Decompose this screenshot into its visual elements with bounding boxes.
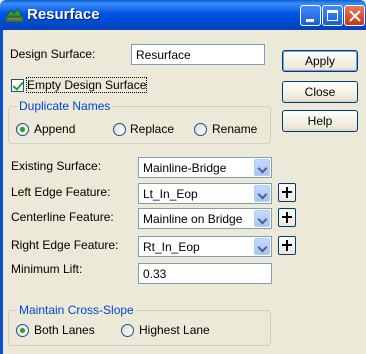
replace-label[interactable]: Replace	[130, 122, 174, 136]
chevron-down-icon[interactable]	[254, 238, 270, 255]
right-edge-label: Right Edge Feature:	[11, 238, 119, 252]
highest-lane-radio[interactable]	[121, 324, 134, 337]
minimize-button[interactable]	[300, 5, 321, 26]
empty-design-surface-label[interactable]: Empty Design Surface	[25, 77, 148, 93]
append-label[interactable]: Append	[34, 122, 75, 136]
left-edge-select[interactable]: Lt_In_Eop	[138, 183, 272, 204]
design-surface-label: Design Surface:	[10, 47, 96, 61]
append-radio[interactable]	[16, 123, 29, 136]
help-button[interactable]: Help	[282, 110, 358, 132]
left-edge-label: Left Edge Feature:	[11, 185, 111, 199]
replace-radio[interactable]	[113, 123, 126, 136]
rename-radio[interactable]	[194, 123, 207, 136]
left-edge-value: Lt_In_Eop	[143, 187, 198, 201]
right-edge-value: Rt_In_Eop	[143, 240, 200, 254]
empty-design-surface-checkbox[interactable]	[11, 79, 24, 92]
chevron-down-icon[interactable]	[254, 185, 270, 202]
close-button[interactable]: Close	[282, 81, 358, 103]
rename-label[interactable]: Rename	[212, 122, 257, 136]
title-bar[interactable]: Resurface	[0, 0, 366, 30]
centerline-select[interactable]: Mainline on Bridge	[138, 208, 272, 229]
both-lanes-label[interactable]: Both Lanes	[34, 323, 95, 337]
centerline-value: Mainline on Bridge	[143, 212, 243, 226]
right-edge-select[interactable]: Rt_In_Eop	[138, 236, 272, 257]
existing-surface-select[interactable]: Mainline-Bridge	[138, 157, 272, 178]
window-border	[0, 30, 3, 354]
design-surface-input[interactable]: Resurface	[131, 44, 265, 65]
centerline-pick-button[interactable]	[278, 208, 296, 227]
centerline-label: Centerline Feature:	[11, 210, 114, 224]
window-title: Resurface	[27, 6, 100, 23]
highest-lane-label[interactable]: Highest Lane	[139, 323, 210, 337]
minimum-lift-input[interactable]: 0.33	[138, 263, 272, 284]
close-window-button[interactable]	[344, 5, 365, 26]
duplicate-names-legend: Duplicate Names	[17, 99, 113, 113]
apply-button[interactable]: Apply	[282, 50, 358, 72]
existing-surface-label: Existing Surface:	[11, 159, 102, 173]
left-edge-pick-button[interactable]	[278, 183, 296, 202]
right-edge-pick-button[interactable]	[278, 236, 296, 255]
maximize-button[interactable]	[322, 5, 343, 26]
minimum-lift-label: Minimum Lift:	[11, 262, 83, 276]
app-icon	[6, 8, 23, 22]
chevron-down-icon[interactable]	[254, 159, 270, 176]
existing-surface-value: Mainline-Bridge	[143, 161, 227, 175]
help-button-label: Help	[307, 114, 333, 128]
both-lanes-radio[interactable]	[16, 324, 29, 337]
cross-slope-legend: Maintain Cross-Slope	[17, 303, 136, 317]
chevron-down-icon[interactable]	[254, 210, 270, 227]
